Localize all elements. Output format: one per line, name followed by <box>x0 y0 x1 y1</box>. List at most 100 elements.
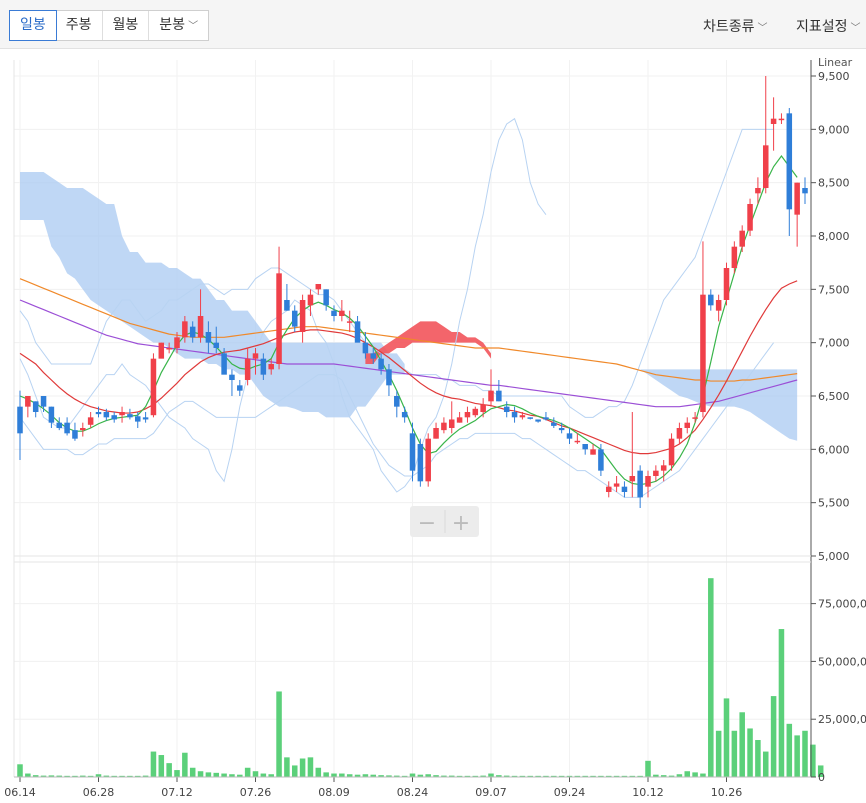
volume-bar[interactable] <box>315 767 322 777</box>
candle-body[interactable] <box>40 396 47 407</box>
volume-bar[interactable] <box>715 730 722 777</box>
volume-bar[interactable] <box>213 772 220 777</box>
zoom-in-button[interactable]: + <box>452 511 470 536</box>
candle-body[interactable] <box>629 476 636 482</box>
candle-body[interactable] <box>503 406 510 412</box>
candle-body[interactable] <box>64 422 70 434</box>
volume-bar[interactable] <box>645 760 651 777</box>
candle-body[interactable] <box>417 444 424 482</box>
candle-body[interactable] <box>613 483 620 487</box>
candle-body[interactable] <box>715 300 722 311</box>
volume-bar[interactable] <box>25 773 31 777</box>
candle-body[interactable] <box>323 289 329 306</box>
candle-body[interactable] <box>535 419 541 422</box>
candle-body[interactable] <box>637 470 643 498</box>
candle-body[interactable] <box>134 416 141 422</box>
volume-bars[interactable] <box>17 578 824 777</box>
candle-body[interactable] <box>762 145 769 188</box>
candle-body[interactable] <box>370 353 377 359</box>
candle-body[interactable] <box>354 321 361 343</box>
volume-bar[interactable] <box>692 772 698 777</box>
candle-body[interactable] <box>558 428 565 431</box>
period-minute-button[interactable]: 분봉 ﹀ <box>149 11 208 40</box>
candle-body[interactable] <box>786 113 793 210</box>
candle-body[interactable] <box>527 417 534 419</box>
candle-body[interactable] <box>551 422 557 426</box>
volume-bar[interactable] <box>252 771 259 777</box>
candle-body[interactable] <box>676 428 683 439</box>
period-weekly-button[interactable]: 주봉 <box>56 11 103 40</box>
candle-body[interactable] <box>723 268 730 300</box>
volume-bar[interactable] <box>182 752 188 777</box>
volume-bar[interactable] <box>778 629 785 777</box>
candle-body[interactable] <box>496 390 502 402</box>
candle-body[interactable] <box>213 342 220 348</box>
candle-body[interactable] <box>150 358 157 416</box>
volume-bar[interactable] <box>158 755 165 777</box>
candle-body[interactable] <box>189 326 196 338</box>
volume-bar[interactable] <box>723 698 730 777</box>
candle-body[interactable] <box>755 188 761 194</box>
candle-body[interactable] <box>401 412 408 418</box>
volume-bar[interactable] <box>150 751 157 777</box>
candle-body[interactable] <box>260 358 267 375</box>
volume-bar[interactable] <box>731 730 738 777</box>
volume-bar[interactable] <box>747 728 753 777</box>
candle-body[interactable] <box>394 396 400 407</box>
candle-body[interactable] <box>87 417 94 425</box>
volume-bar[interactable] <box>174 770 180 777</box>
volume-bar[interactable] <box>802 730 808 777</box>
volume-bar[interactable] <box>700 773 706 777</box>
candle-body[interactable] <box>770 118 777 124</box>
candle-body[interactable] <box>182 321 188 338</box>
candle-body[interactable] <box>668 438 675 466</box>
volume-bar[interactable] <box>488 773 494 777</box>
volume-bar[interactable] <box>244 767 251 777</box>
candle-body[interactable] <box>425 438 431 482</box>
candle-body[interactable] <box>472 408 479 416</box>
candle-body[interactable] <box>488 390 494 402</box>
candle-body[interactable] <box>456 417 463 423</box>
candle-body[interactable] <box>197 316 204 338</box>
volume-bar[interactable] <box>755 740 761 777</box>
volume-bar[interactable] <box>276 691 282 777</box>
candle-body[interactable] <box>692 417 698 419</box>
candle-body[interactable] <box>103 412 110 418</box>
candle-body[interactable] <box>221 353 227 375</box>
candle-body[interactable] <box>284 300 290 311</box>
candle-body[interactable] <box>80 428 86 431</box>
volume-bar[interactable] <box>205 772 212 777</box>
candle-body[interactable] <box>747 204 753 231</box>
candle-body[interactable] <box>441 422 447 431</box>
volume-bar[interactable] <box>739 712 745 777</box>
volume-bar[interactable] <box>284 757 290 777</box>
candle-body[interactable] <box>511 412 518 418</box>
volume-bar[interactable] <box>17 764 23 777</box>
volume-bar[interactable] <box>409 773 416 777</box>
candle-body[interactable] <box>708 294 714 306</box>
candle-body[interactable] <box>574 440 581 443</box>
candle-body[interactable] <box>448 419 455 428</box>
candle-body[interactable] <box>111 415 117 420</box>
volume-bar[interactable] <box>708 578 714 777</box>
candle-body[interactable] <box>244 358 251 380</box>
candle-body[interactable] <box>299 300 306 332</box>
candle-body[interactable] <box>205 332 212 343</box>
volume-bar[interactable] <box>197 771 204 777</box>
candle-body[interactable] <box>605 486 612 492</box>
candle-body[interactable] <box>362 342 369 354</box>
volume-bar[interactable] <box>323 772 329 777</box>
candle-body[interactable] <box>158 342 165 359</box>
volume-bar[interactable] <box>221 773 227 777</box>
volume-bar[interactable] <box>260 773 267 777</box>
volume-bar[interactable] <box>291 765 298 777</box>
candle-body[interactable] <box>174 337 180 348</box>
candle-body[interactable] <box>464 412 471 418</box>
candle-body[interactable] <box>802 188 808 194</box>
volume-bar[interactable] <box>684 771 691 777</box>
zoom-out-button[interactable]: − <box>418 511 436 536</box>
candle-body[interactable] <box>72 430 78 439</box>
stock-chart[interactable]: Linear 5,000 5,500 6,000 6,500 7,000 7,500 8,0… <box>0 48 866 803</box>
candle-body[interactable] <box>252 353 259 359</box>
candle-body[interactable] <box>433 428 439 439</box>
